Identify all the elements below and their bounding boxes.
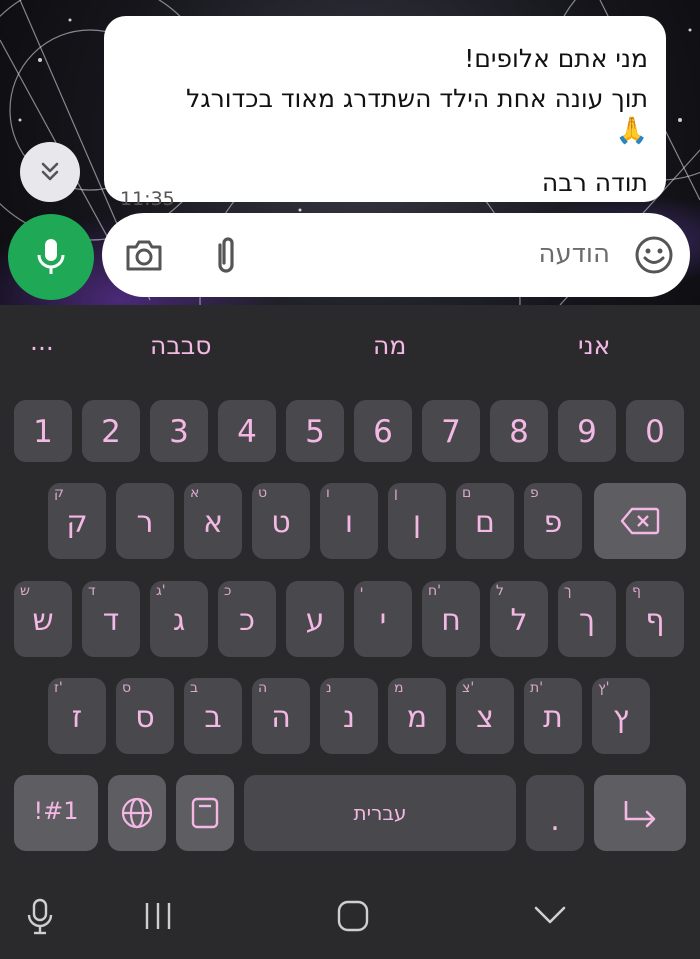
- globe-icon: [121, 797, 153, 829]
- key-letter[interactable]: אא: [184, 483, 242, 559]
- clipboard-key[interactable]: [176, 775, 234, 851]
- key-letter[interactable]: בב: [184, 678, 242, 754]
- key-1[interactable]: 1: [14, 400, 72, 462]
- key-letter[interactable]: טט: [252, 483, 310, 559]
- key-6[interactable]: 6: [354, 400, 412, 462]
- paperclip-icon[interactable]: [206, 233, 246, 277]
- chevron-double-down-icon: [41, 162, 59, 181]
- key-letter[interactable]: ןן: [388, 483, 446, 559]
- backspace-key[interactable]: [594, 483, 686, 559]
- message-line: תודה רבה: [541, 168, 648, 197]
- key-letter[interactable]: ככ: [218, 581, 276, 657]
- message-line: מני אתם אלופים!: [464, 44, 648, 73]
- key-letter[interactable]: ג' ג: [150, 581, 208, 657]
- back-down-icon[interactable]: [532, 903, 568, 927]
- key-letter[interactable]: ץ' ץ: [592, 678, 650, 754]
- home-icon[interactable]: [336, 899, 370, 933]
- recent-apps-icon[interactable]: [142, 901, 174, 931]
- suggestion-more[interactable]: ...: [30, 327, 54, 356]
- message-input-bar[interactable]: הודעה: [102, 213, 690, 297]
- message-input[interactable]: הודעה: [538, 239, 610, 269]
- keyboard: ... סבבה מה אני 1 2 3 4 5 6 7 8 9 0 קק ר…: [0, 305, 700, 871]
- key-letter[interactable]: יי: [354, 581, 412, 657]
- keyboard-mic-icon[interactable]: [26, 897, 54, 937]
- key-letter[interactable]: ז' ז: [48, 678, 106, 754]
- suggestion-item[interactable]: אני: [578, 331, 610, 360]
- clipboard-icon: [191, 797, 219, 829]
- key-letter[interactable]: ממ: [388, 678, 446, 754]
- key-7[interactable]: 7: [422, 400, 480, 462]
- key-letter[interactable]: קק: [48, 483, 106, 559]
- key-letter[interactable]: ח' ח: [422, 581, 480, 657]
- microphone-icon: [37, 239, 65, 274]
- key-letter[interactable]: ת' ת: [524, 678, 582, 754]
- voice-message-button[interactable]: [8, 214, 94, 300]
- smiley-icon[interactable]: [632, 233, 676, 277]
- key-letter[interactable]: צ' צ: [456, 678, 514, 754]
- key-letter[interactable]: ךך: [558, 581, 616, 657]
- key-letter[interactable]: שש: [14, 581, 72, 657]
- key-0[interactable]: 0: [626, 400, 684, 462]
- space-key[interactable]: עברית: [244, 775, 516, 851]
- message-emoji: 🙏: [615, 116, 648, 146]
- key-9[interactable]: 9: [558, 400, 616, 462]
- key-2[interactable]: 2: [82, 400, 140, 462]
- key-4[interactable]: 4: [218, 400, 276, 462]
- message-bubble[interactable]: מני אתם אלופים! תוך עונה אחת הילד השתדרג…: [104, 16, 666, 210]
- key-letter[interactable]: סס: [116, 678, 174, 754]
- backspace-icon: [620, 507, 660, 535]
- message-line: תוך עונה אחת הילד השתדרג מאוד בכדורגל: [186, 84, 648, 113]
- key-letter[interactable]: דד: [82, 581, 140, 657]
- suggestion-item[interactable]: סבבה: [150, 331, 211, 360]
- enter-arrow-icon: [624, 801, 656, 828]
- key-5[interactable]: 5: [286, 400, 344, 462]
- period-key[interactable]: .: [526, 775, 584, 851]
- key-letter[interactable]: לל: [490, 581, 548, 657]
- scroll-to-bottom-button[interactable]: [20, 142, 80, 202]
- key-letter[interactable]: םם: [456, 483, 514, 559]
- key-8[interactable]: 8: [490, 400, 548, 462]
- language-key[interactable]: [108, 775, 166, 851]
- navigation-bar: [0, 871, 700, 959]
- key-letter[interactable]: פפ: [524, 483, 582, 559]
- key-letter[interactable]: ףף: [626, 581, 684, 657]
- enter-key[interactable]: [594, 775, 686, 851]
- key-3[interactable]: 3: [150, 400, 208, 462]
- key-letter[interactable]: הה: [252, 678, 310, 754]
- key-letter[interactable]: ננ: [320, 678, 378, 754]
- message-timestamp: 11:35: [120, 188, 175, 210]
- camera-icon[interactable]: [124, 235, 164, 275]
- key-letter[interactable]: וו: [320, 483, 378, 559]
- suggestion-item[interactable]: מה: [373, 331, 406, 360]
- key-letter[interactable]: ר: [116, 483, 174, 559]
- symbols-key[interactable]: !#1: [14, 775, 98, 851]
- key-letter[interactable]: ע: [286, 581, 344, 657]
